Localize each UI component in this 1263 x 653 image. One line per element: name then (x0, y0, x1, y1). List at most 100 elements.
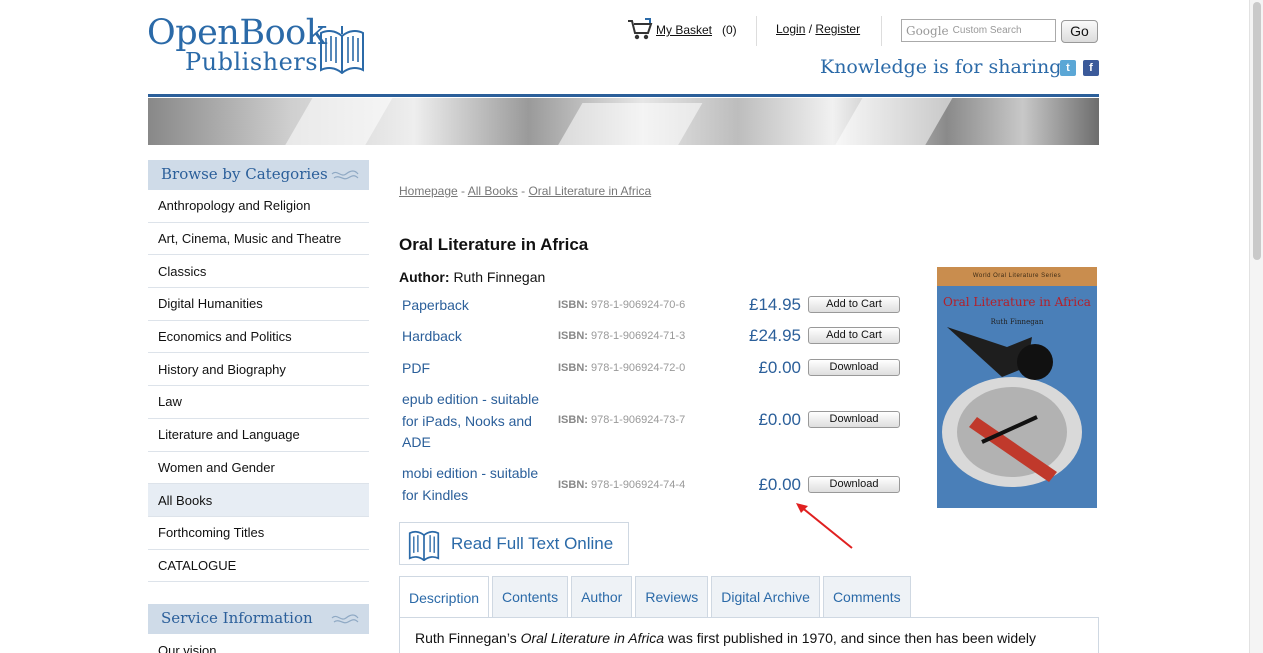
isbn-label: ISBN: (558, 479, 588, 491)
price: £0.00 (758, 358, 801, 377)
download-button[interactable]: Download (808, 411, 900, 428)
twitter-icon[interactable]: t (1060, 60, 1076, 76)
isbn: ISBN: 978-1-906924-74-4 (558, 479, 685, 491)
sidebar-item-all-books[interactable]: All Books (148, 484, 369, 517)
sidebar-item-label: Women and Gender (158, 459, 275, 475)
sidebar-item-anthropology[interactable]: Anthropology and Religion (148, 190, 369, 223)
search-go-button[interactable]: Go (1061, 20, 1098, 43)
sidebar-item-digital-humanities[interactable]: Digital Humanities (148, 288, 369, 321)
page-title: Oral Literature in Africa (399, 235, 589, 254)
facebook-icon[interactable]: f (1083, 60, 1099, 76)
tab-comments[interactable]: Comments (822, 576, 911, 617)
service-information-title: Service Information (161, 609, 313, 628)
tab-author[interactable]: Author (571, 576, 633, 617)
browse-categories-title: Browse by Categories (161, 165, 328, 183)
shopping-cart-icon[interactable] (627, 18, 653, 42)
page-scrollbar[interactable] (1249, 0, 1263, 653)
swirl-ornament-icon (331, 614, 359, 624)
sidebar-item-label: History and Biography (158, 361, 286, 377)
sidebar-item-label: Digital Humanities (158, 296, 263, 312)
price: £0.00 (758, 410, 801, 429)
format-name[interactable]: PDF (402, 358, 552, 380)
format-name[interactable]: mobi edition - suitable for Kindles (402, 463, 552, 506)
add-to-cart-button[interactable]: Add to Cart (808, 327, 900, 344)
tagline: Knowledge is for sharing. (820, 56, 1068, 78)
header-divider (756, 16, 757, 46)
download-button[interactable]: Download (808, 476, 900, 493)
open-book-icon (320, 26, 364, 74)
breadcrumb-separator: - (517, 184, 529, 198)
book-cover-image: World Oral Literature Series Oral Litera… (937, 267, 1097, 508)
sidebar-item-label: Law (158, 394, 182, 410)
register-link[interactable]: Register (815, 22, 860, 36)
tab-digital-archive[interactable]: Digital Archive (711, 576, 820, 617)
breadcrumb-separator: - (457, 184, 468, 198)
sidebar-item-label: Anthropology and Religion (158, 198, 311, 214)
sidebar-item-label: All Books (158, 492, 213, 508)
isbn-value: 978-1-906924-73-7 (591, 414, 686, 426)
author-label: Author: (399, 269, 450, 285)
scrollbar-thumb[interactable] (1253, 2, 1261, 260)
tab-contents[interactable]: Contents (492, 576, 569, 617)
logo-line1: OpenBook (147, 13, 327, 53)
tab-description[interactable]: Description (399, 576, 490, 618)
sidebar-item-law[interactable]: Law (148, 386, 369, 419)
breadcrumb-homepage[interactable]: Homepage (399, 184, 458, 198)
login-separator: / (808, 22, 813, 36)
isbn-value: 978-1-906924-72-0 (591, 362, 686, 374)
breadcrumb-all-books[interactable]: All Books (468, 184, 518, 198)
format-name[interactable]: Hardback (402, 326, 552, 348)
sidebar: Browse by Categories Anthropology and Re… (148, 160, 369, 653)
format-name[interactable]: Paperback (402, 295, 552, 317)
logo-line2: Publishers (185, 48, 319, 76)
header-divider (881, 16, 882, 46)
description-title: Oral Literature in Africa (520, 630, 665, 646)
sidebar-item-art[interactable]: Art, Cinema, Music and Theatre (148, 222, 369, 256)
isbn: ISBN: 978-1-906924-73-7 (558, 414, 685, 426)
description-suffix: was first published in 1970, and since t… (664, 630, 1037, 646)
read-online-label: Read Full Text Online (451, 533, 614, 553)
format-row: Paperback ISBN: 978-1-906924-70-6 £14.95… (399, 294, 904, 318)
search-input[interactable]: Google Custom Search (901, 19, 1056, 42)
sidebar-item-forthcoming[interactable]: Forthcoming Titles (148, 516, 369, 550)
red-arrow-annotation-icon (796, 503, 853, 549)
sidebar-item-women-gender[interactable]: Women and Gender (148, 451, 369, 485)
site-logo[interactable]: OpenBook Publishers (147, 14, 367, 80)
price: £0.00 (758, 475, 801, 494)
description-prefix: Ruth Finnegan’s (415, 630, 521, 646)
isbn: ISBN: 978-1-906924-72-0 (558, 362, 685, 374)
tab-reviews[interactable]: Reviews (635, 576, 709, 617)
swirl-ornament-icon (331, 170, 359, 180)
login-link[interactable]: Login (776, 22, 805, 36)
price: £14.95 (749, 295, 801, 314)
isbn: ISBN: 978-1-906924-70-6 (558, 299, 685, 311)
my-basket-link[interactable]: My Basket (656, 23, 712, 37)
sidebar-item-economics[interactable]: Economics and Politics (148, 320, 369, 354)
cover-illustration (942, 327, 1082, 497)
download-button[interactable]: Download (808, 359, 900, 376)
read-full-text-online-button[interactable]: Read Full Text Online (399, 522, 629, 565)
isbn-value: 978-1-906924-70-6 (591, 299, 686, 311)
sidebar-item-catalogue[interactable]: CATALOGUE (148, 549, 369, 583)
basket-area: My Basket (0) (627, 18, 737, 42)
add-to-cart-button[interactable]: Add to Cart (808, 296, 900, 313)
account-links: Login / Register (776, 22, 860, 36)
sidebar-item-label: CATALOGUE (158, 557, 237, 573)
format-row: Hardback ISBN: 978-1-906924-71-3 £24.95 … (399, 325, 904, 349)
sidebar-item-history[interactable]: History and Biography (148, 353, 369, 387)
sidebar-item-literature[interactable]: Literature and Language (148, 418, 369, 452)
sidebar-item-label: Economics and Politics (158, 329, 292, 345)
sidebar-item-label: Art, Cinema, Music and Theatre (158, 231, 342, 247)
book-tabs: Description Contents Author Reviews Digi… (399, 576, 914, 618)
search-placeholder: Custom Search (952, 25, 1022, 36)
basket-count: (0) (722, 23, 737, 37)
sidebar-item-label: Classics (158, 263, 207, 279)
browse-categories-header: Browse by Categories (148, 160, 369, 190)
google-logo: Google (906, 23, 949, 38)
author-line: Author: Ruth Finnegan (399, 269, 545, 285)
sidebar-item-classics[interactable]: Classics (148, 255, 369, 289)
format-name[interactable]: epub edition - suitable for iPads, Nooks… (402, 389, 552, 454)
sidebar-item-our-vision[interactable]: Our vision (148, 634, 369, 653)
breadcrumb-current[interactable]: Oral Literature in Africa (528, 184, 651, 198)
price: £24.95 (749, 326, 801, 345)
